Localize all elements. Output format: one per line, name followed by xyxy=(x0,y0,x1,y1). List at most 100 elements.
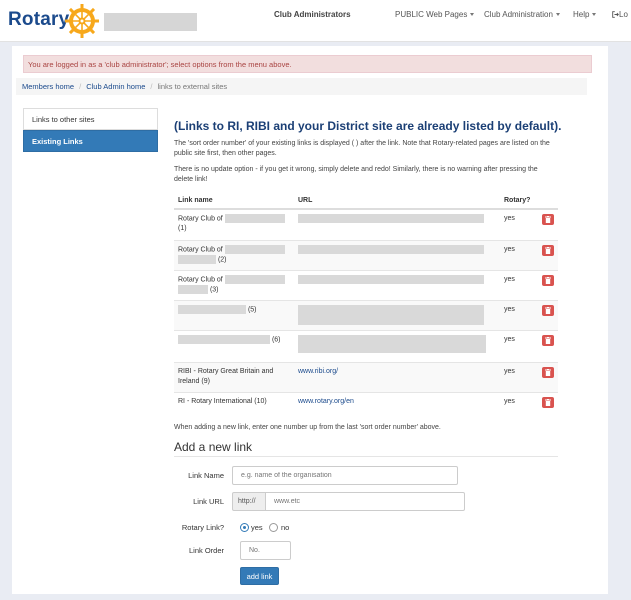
trash-icon xyxy=(545,336,551,344)
cell-delete xyxy=(538,329,558,362)
cell-delete xyxy=(538,239,558,270)
table-row: (6) yes xyxy=(174,329,558,362)
rotary-yes-label[interactable]: yes xyxy=(251,523,263,532)
logout-icon xyxy=(612,11,619,19)
sort-order: (3) xyxy=(209,286,219,294)
delete-button[interactable] xyxy=(542,334,554,346)
delete-button[interactable] xyxy=(542,304,554,316)
cell-link-name: Rotary Club of (2) xyxy=(174,239,294,270)
cell-rotary: yes xyxy=(500,208,538,240)
redacted-text xyxy=(178,254,216,264)
link-order-input[interactable] xyxy=(240,541,291,560)
table-row: (5) yes xyxy=(174,299,558,330)
sidebar-item-links-to-other-sites[interactable]: Links to other sites xyxy=(23,108,158,130)
cell-rotary: yes xyxy=(500,269,538,300)
rotary-no-label[interactable]: no xyxy=(281,523,289,532)
rotary-wheel-icon[interactable] xyxy=(64,3,100,39)
redacted-url xyxy=(298,334,486,353)
nav-club-administrators[interactable]: Club Administrators xyxy=(274,10,351,19)
top-navbar: Rotary Club Administrators PUBLIC Web Pa… xyxy=(0,0,631,42)
trash-icon xyxy=(545,306,551,314)
link-order-label: Link Order xyxy=(188,546,224,555)
cell-delete xyxy=(538,269,558,300)
rotary-no-radio[interactable] xyxy=(269,523,278,532)
breadcrumb-current: links to external sites xyxy=(157,82,228,91)
header-delete xyxy=(538,192,558,210)
cell-url xyxy=(294,299,500,330)
cell-url xyxy=(294,208,500,240)
link-name-text: RIBI - Rotary Great Britain and Ireland xyxy=(178,367,274,385)
caret-down-icon xyxy=(470,13,475,17)
redacted-text xyxy=(178,284,208,294)
nav-public-web-pages[interactable]: PUBLIC Web Pages xyxy=(395,10,475,19)
cell-url: www.rotary.org/en xyxy=(294,391,500,416)
sort-order: (10) xyxy=(254,397,267,405)
breadcrumb-members-home[interactable]: Members home xyxy=(22,82,74,91)
nav-help[interactable]: Help xyxy=(573,10,597,19)
cell-url xyxy=(294,239,500,270)
redacted-text xyxy=(224,244,285,254)
table-row: Rotary Club of (2) yes xyxy=(174,239,558,270)
link-url-input[interactable] xyxy=(265,492,465,511)
info-paragraph-sort-order: The 'sort order number' of your existing… xyxy=(174,140,550,157)
link-name-input[interactable] xyxy=(232,466,458,485)
delete-button[interactable] xyxy=(542,244,554,256)
cell-url xyxy=(294,269,500,300)
cell-url: www.ribi.org/ xyxy=(294,361,500,392)
breadcrumb-club-admin-home[interactable]: Club Admin home xyxy=(86,82,145,91)
redacted-text xyxy=(178,304,246,314)
delete-button[interactable] xyxy=(542,396,554,408)
url-link[interactable]: www.rotary.org/en xyxy=(298,398,354,405)
cell-link-name: Rotary Club of (1) xyxy=(174,208,294,240)
cell-rotary: yes xyxy=(500,391,538,416)
cell-rotary: yes xyxy=(500,239,538,270)
table-header-row: Link name URL Rotary? xyxy=(174,192,558,210)
breadcrumb: Members home / Club Admin home / links to ex… xyxy=(16,78,587,95)
trash-icon xyxy=(545,216,551,223)
nav-public-web-pages-label: PUBLIC Web Pages xyxy=(395,10,468,19)
cell-rotary: yes xyxy=(500,329,538,362)
url-link[interactable]: www.ribi.org/ xyxy=(298,368,338,375)
redacted-url xyxy=(298,274,484,284)
sidebar-item-existing-links[interactable]: Existing Links xyxy=(23,130,158,152)
rotary-yes-radio[interactable] xyxy=(240,523,249,532)
existing-links-table: Link name URL Rotary? Rotary Club of (1)… xyxy=(174,192,558,416)
nav-logout[interactable]: Lo xyxy=(612,10,628,19)
cell-link-name: (6) xyxy=(174,329,294,362)
nav-logout-label: Lo xyxy=(619,10,628,19)
link-name-text: RI - Rotary International xyxy=(178,397,253,405)
add-link-button[interactable]: add link xyxy=(240,567,279,585)
delete-button[interactable] xyxy=(542,274,554,286)
header-url: URL xyxy=(294,192,500,210)
link-name-label: Link Name xyxy=(188,471,224,480)
cell-delete xyxy=(538,299,558,330)
club-name-redacted xyxy=(104,13,197,31)
caret-down-icon xyxy=(592,13,597,17)
trash-icon xyxy=(545,398,551,406)
cell-delete xyxy=(538,361,558,392)
sort-order: (5) xyxy=(247,305,257,313)
add-link-heading: Add a new link xyxy=(174,440,253,454)
table-row: Rotary Club of (1) yes xyxy=(174,208,558,240)
cell-rotary: yes xyxy=(500,299,538,330)
sort-order-note: When adding a new link, enter one number… xyxy=(174,424,441,431)
redacted-url xyxy=(298,214,484,223)
cell-link-name: RIBI - Rotary Great Britain and Ireland … xyxy=(174,361,294,392)
delete-button[interactable] xyxy=(542,366,554,378)
trash-icon xyxy=(545,368,551,376)
link-name-text: Rotary Club of xyxy=(178,245,223,253)
redacted-url xyxy=(298,304,484,325)
cell-rotary: yes xyxy=(500,361,538,392)
nav-club-administration[interactable]: Club Administration xyxy=(484,10,560,19)
sort-order: (9) xyxy=(201,377,210,385)
header-rotary: Rotary? xyxy=(500,192,538,210)
redacted-text xyxy=(224,214,285,223)
table-row: RIBI - Rotary Great Britain and Ireland … xyxy=(174,361,558,392)
table-row: Rotary Club of (3) yes xyxy=(174,269,558,300)
link-name-text: Rotary Club of xyxy=(178,215,223,223)
link-name-text: Rotary Club of xyxy=(178,275,223,283)
rotary-logo-text[interactable]: Rotary xyxy=(8,9,69,31)
delete-button[interactable] xyxy=(542,214,554,225)
trash-icon xyxy=(545,276,551,284)
header-link-name: Link name xyxy=(174,192,294,210)
